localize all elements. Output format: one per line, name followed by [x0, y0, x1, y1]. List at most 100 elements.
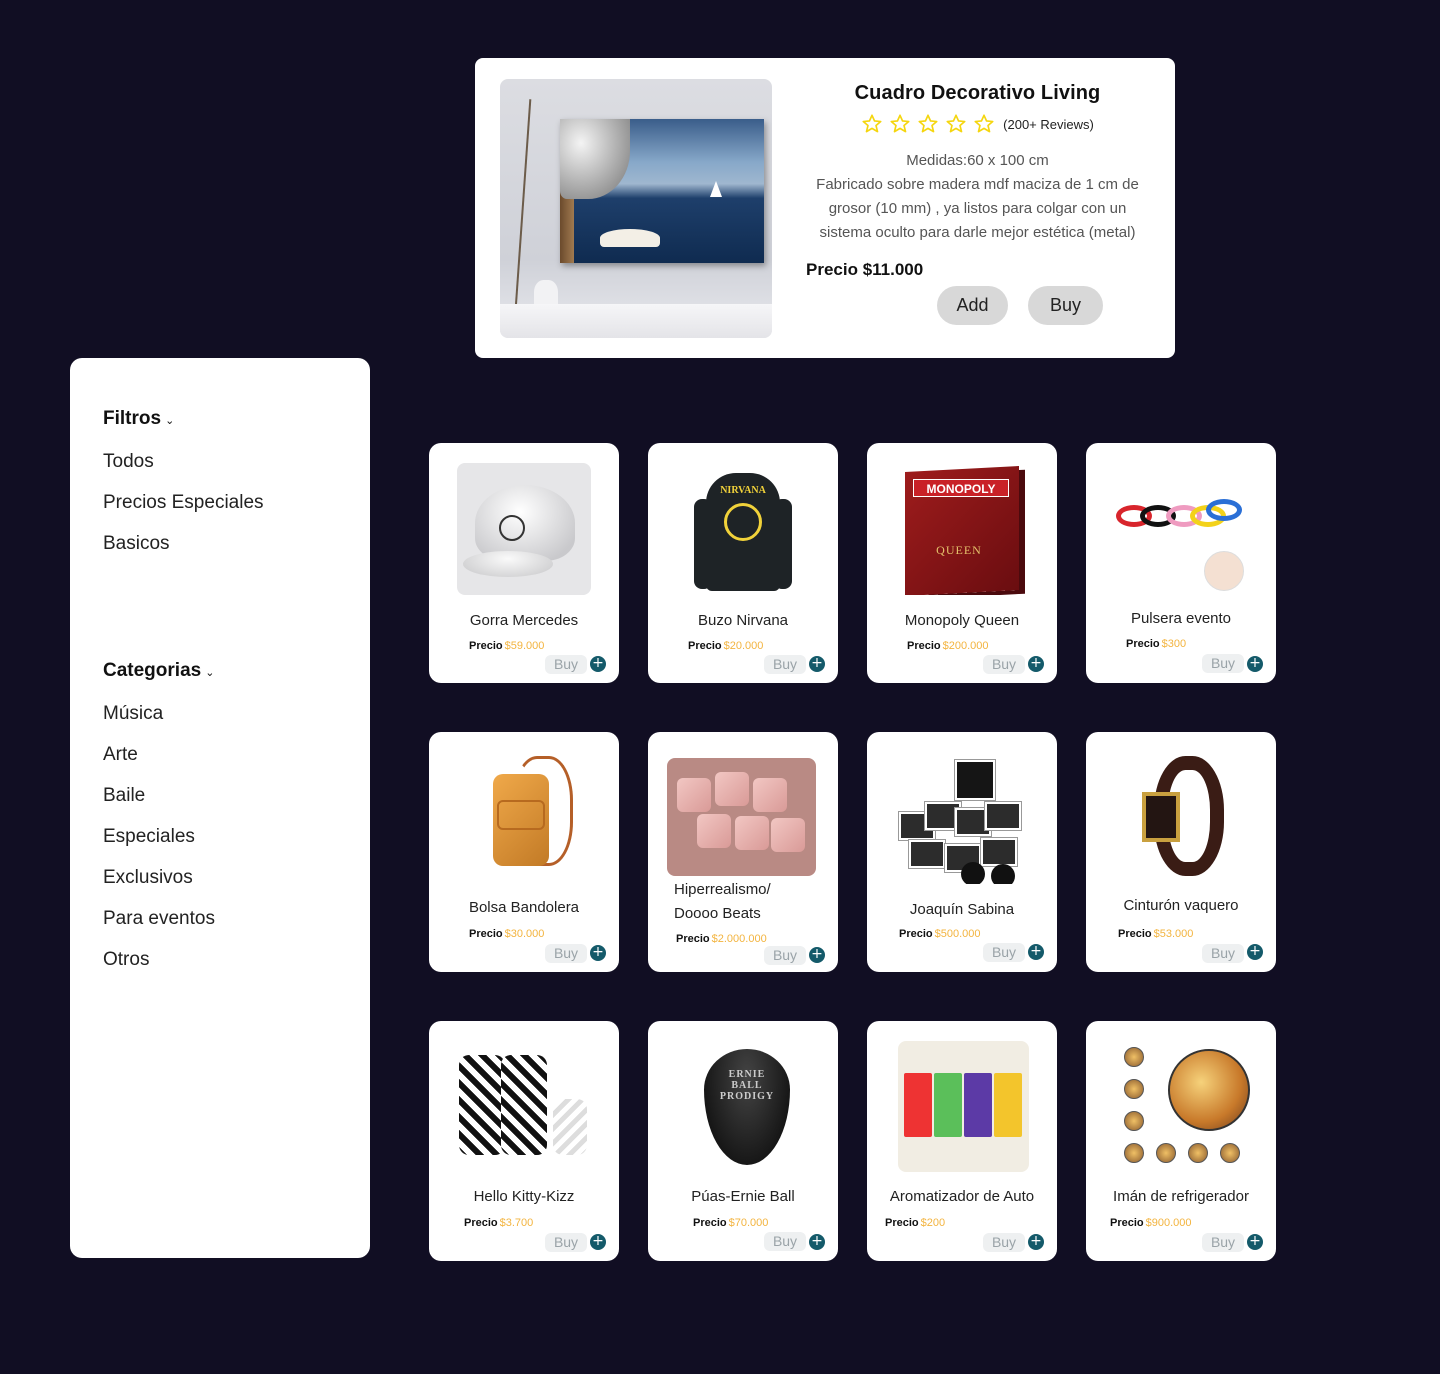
rating: (200+ Reviews) [805, 113, 1150, 135]
product-name: Bolsa Bandolera [468, 899, 580, 916]
featured-product-image [500, 79, 772, 338]
add-button[interactable]: Add [937, 286, 1008, 325]
product-price: Precio $53.000 [1118, 928, 1194, 940]
product-price: Precio $200.000 [907, 640, 989, 652]
product-name: Gorra Mercedes [469, 612, 579, 629]
buy-button[interactable]: Buy [983, 655, 1025, 674]
category-item-otros[interactable]: Otros [103, 949, 149, 971]
plus-icon[interactable]: + [809, 947, 825, 963]
product-price: Precio $2.000.000 [676, 933, 767, 945]
chevron-down-icon: ⌄ [205, 666, 215, 679]
product-card[interactable]: ERNIE BALL PRODIGY Púas-Ernie Ball Preci… [648, 1021, 838, 1261]
plus-icon[interactable]: + [809, 656, 825, 672]
plus-icon[interactable]: + [590, 656, 606, 672]
buy-button[interactable]: Buy [764, 1232, 806, 1251]
product-card[interactable]: Hiperrealismo/ Doooo Beats Precio $2.000.… [648, 732, 838, 972]
product-name: Monopoly Queen [904, 612, 1020, 629]
filters-toggle[interactable]: Filtros ⌄ [103, 408, 174, 430]
filter-sidebar: Filtros ⌄ Todos Precios Especiales Basic… [70, 358, 370, 1258]
product-price: Precio $200 [885, 1217, 946, 1229]
category-item-musica[interactable]: Música [103, 703, 163, 725]
product-card[interactable]: Imán de refrigerador Precio $900.000 Buy … [1086, 1021, 1276, 1261]
filter-item-todos[interactable]: Todos [103, 451, 154, 473]
featured-description: Medidas:60 x 100 cm Fabricado sobre made… [805, 149, 1150, 245]
product-price: Precio $500.000 [899, 928, 981, 940]
product-image: NIRVANA [676, 463, 810, 595]
product-card[interactable]: Bolsa Bandolera Precio $30.000 Buy + [429, 732, 619, 972]
star-icon [862, 114, 882, 133]
buy-button[interactable]: Buy [1028, 286, 1103, 325]
product-card[interactable]: Pulsera evento Precio $300 Buy + [1086, 443, 1276, 683]
product-card[interactable]: Aromatizador de Auto Precio $200 Buy + [867, 1021, 1057, 1261]
product-name: Pulsera evento [1130, 610, 1232, 627]
product-image [457, 752, 591, 884]
plus-icon[interactable]: + [1028, 656, 1044, 672]
product-image [1114, 463, 1248, 595]
star-icon [918, 114, 938, 133]
plus-icon[interactable]: + [809, 1234, 825, 1250]
featured-price: Precio $11.000 [806, 260, 924, 279]
product-card[interactable]: Joaquín Sabina Precio $500.000 Buy + [867, 732, 1057, 972]
plus-icon[interactable]: + [590, 1234, 606, 1250]
product-name: Púas-Ernie Ball [691, 1188, 795, 1205]
plus-icon[interactable]: + [1028, 1234, 1044, 1250]
product-image [895, 752, 1029, 884]
reviews-count: (200+ Reviews) [1003, 116, 1094, 132]
product-card[interactable]: Hello Kitty-Kizz Precio $3.700 Buy + [429, 1021, 619, 1261]
buy-button[interactable]: Buy [764, 946, 806, 965]
product-name: Hiperrealismo/ Doooo Beats [674, 881, 771, 922]
product-name: Hello Kitty-Kizz [473, 1188, 575, 1205]
plus-icon[interactable]: + [1247, 656, 1263, 672]
category-item-especiales[interactable]: Especiales [103, 826, 195, 848]
product-card[interactable]: Cinturón vaquero Precio $53.000 Buy + [1086, 732, 1276, 972]
star-icon [946, 114, 966, 133]
star-icon [890, 114, 910, 133]
filter-item-precios-especiales[interactable]: Precios Especiales [103, 492, 264, 514]
product-card[interactable]: NIRVANA Buzo Nirvana Precio $20.000 Buy + [648, 443, 838, 683]
category-item-para-eventos[interactable]: Para eventos [103, 908, 215, 930]
product-price: Precio $900.000 [1110, 1217, 1192, 1229]
buy-button[interactable]: Buy [1202, 1233, 1244, 1252]
categories-toggle[interactable]: Categorias ⌄ [103, 660, 214, 682]
featured-measures: Medidas:60 x 100 cm [906, 152, 1049, 169]
product-price: Precio $30.000 [469, 928, 545, 940]
plus-icon[interactable]: + [1247, 944, 1263, 960]
category-item-exclusivos[interactable]: Exclusivos [103, 867, 193, 889]
buy-button[interactable]: Buy [983, 943, 1025, 962]
buy-button[interactable]: Buy [545, 1233, 587, 1252]
buy-button[interactable]: Buy [1202, 654, 1244, 673]
product-image: ERNIE BALL PRODIGY [676, 1041, 810, 1173]
product-name: Buzo Nirvana [697, 612, 789, 629]
category-item-arte[interactable]: Arte [103, 744, 138, 766]
product-image [457, 1041, 591, 1173]
product-image [667, 758, 816, 876]
buy-button[interactable]: Buy [545, 655, 587, 674]
buy-button[interactable]: Buy [1202, 944, 1244, 963]
product-price: Precio $3.700 [464, 1217, 534, 1229]
product-image [457, 463, 591, 595]
plus-icon[interactable]: + [1247, 1234, 1263, 1250]
product-card[interactable]: MONOPOLY QUEEN Monopoly Queen Precio $200… [867, 443, 1057, 683]
product-name: Imán de refrigerador [1113, 1188, 1249, 1205]
product-name: Aromatizador de Auto [889, 1188, 1035, 1205]
product-image [898, 1041, 1029, 1172]
product-price: Precio $300 [1126, 638, 1187, 650]
buy-button[interactable]: Buy [764, 655, 806, 674]
star-icon [974, 114, 994, 133]
buy-button[interactable]: Buy [983, 1233, 1025, 1252]
filters-title: Filtros [103, 408, 162, 429]
category-item-baile[interactable]: Baile [103, 785, 145, 807]
categories-title: Categorias [103, 660, 202, 681]
product-card[interactable]: Gorra Mercedes Precio $59.000 Buy + [429, 443, 619, 683]
buy-button[interactable]: Buy [545, 944, 587, 963]
chevron-down-icon: ⌄ [165, 414, 175, 427]
featured-title: Cuadro Decorativo Living [854, 82, 1101, 104]
plus-icon[interactable]: + [590, 945, 606, 961]
filter-item-basicos[interactable]: Basicos [103, 533, 170, 555]
product-price: Precio $70.000 [693, 1217, 769, 1229]
product-image: MONOPOLY QUEEN [895, 463, 1029, 595]
plus-icon[interactable]: + [1028, 944, 1044, 960]
product-name: Cinturón vaquero [1123, 897, 1239, 914]
featured-product-card: Cuadro Decorativo Living (200+ Reviews) … [475, 58, 1175, 358]
product-image [1116, 1041, 1250, 1173]
